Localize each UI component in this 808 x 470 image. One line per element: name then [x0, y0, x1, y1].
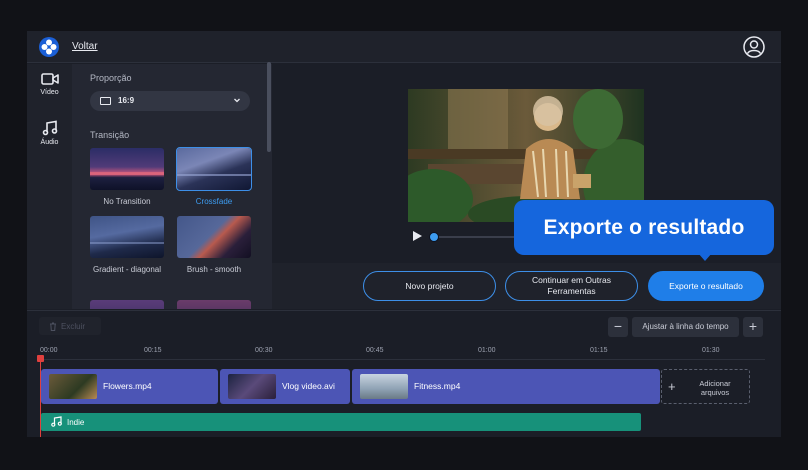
transition-thumbnail — [90, 148, 164, 190]
continue-other-tools-button[interactable]: Continuar em Outras Ferramentas — [505, 271, 638, 301]
new-project-button[interactable]: Novo projeto — [363, 271, 496, 301]
clip-thumbnail — [360, 374, 408, 399]
export-callout: Exporte o resultado — [514, 200, 774, 255]
video-editor-window: Voltar Vídeo Áudio Proporção 16:9 Transi… — [27, 31, 781, 437]
user-account-icon[interactable] — [743, 36, 765, 58]
transition-gradient-diagonal[interactable]: Gradient - diagonal — [90, 216, 164, 275]
audio-clip[interactable]: Indie — [41, 413, 641, 431]
aspect-ratio-select[interactable]: 16:9 — [90, 91, 250, 111]
music-note-icon — [42, 120, 57, 136]
ruler-tick-label: 01:30 — [702, 347, 720, 354]
transition-label-text: No Transition — [103, 197, 151, 206]
panel-scrollbar[interactable] — [267, 62, 271, 152]
app-logo-icon — [39, 37, 59, 57]
playback-progress-knob[interactable] — [429, 232, 439, 242]
ruler-tick-label: 00:15 — [144, 347, 162, 354]
clip-name: Flowers.mp4 — [103, 381, 152, 391]
sidebar-item-audio[interactable]: Áudio — [27, 120, 72, 146]
video-clip[interactable]: Flowers.mp4 — [41, 369, 218, 404]
aspect-ratio-label: Proporção — [90, 73, 132, 83]
transition-thumbnail — [176, 147, 252, 191]
ruler-line — [39, 359, 765, 360]
ruler-tick-label: 00:00 — [40, 347, 58, 354]
aspect-ratio-icon — [100, 97, 111, 105]
clip-name: Fitness.mp4 — [414, 381, 461, 391]
clip-name: Vlog video.avi — [282, 381, 335, 391]
sidebar-item-video[interactable]: Vídeo — [27, 72, 72, 96]
transition-more-2[interactable] — [177, 300, 251, 309]
playhead[interactable] — [40, 356, 41, 437]
transition-more-1[interactable] — [90, 300, 164, 309]
fit-to-timeline-button[interactable]: Ajustar à linha do tempo — [632, 317, 739, 337]
settings-panel: Proporção 16:9 Transição No Transition C… — [72, 64, 272, 309]
delete-button[interactable]: Excluir — [39, 317, 101, 335]
delete-label: Excluir — [61, 321, 86, 331]
left-icon-bar: Vídeo Áudio — [27, 64, 72, 309]
transition-label-text: Gradient - diagonal — [92, 265, 162, 274]
transition-thumbnail — [90, 300, 164, 309]
ruler-tick-label: 01:15 — [590, 347, 608, 354]
plus-icon: + — [668, 379, 676, 394]
transition-thumbnail — [90, 216, 164, 258]
ruler-tick-label: 00:45 — [366, 347, 384, 354]
zoom-in-button[interactable]: + — [743, 317, 763, 337]
music-note-icon — [51, 416, 62, 427]
add-files-button[interactable]: + Adicionar arquivos — [661, 369, 750, 404]
add-files-label: Adicionar arquivos — [699, 379, 731, 397]
video-clip[interactable]: Fitness.mp4 — [352, 369, 660, 404]
sidebar-item-label: Vídeo — [40, 89, 59, 96]
timeline: Excluir − Ajustar à linha do tempo + 00:… — [27, 310, 781, 437]
top-bar: Voltar — [27, 31, 781, 63]
video-camera-icon — [40, 73, 59, 85]
transition-brush-smooth[interactable]: Brush - smooth — [177, 216, 251, 275]
transition-crossfade[interactable]: Crossfade — [176, 147, 252, 207]
transition-label: Transição — [90, 130, 130, 140]
playhead-handle[interactable] — [37, 355, 44, 362]
chevron-down-icon — [234, 98, 240, 103]
play-icon[interactable] — [411, 230, 423, 242]
export-callout-pointer — [698, 253, 712, 261]
zoom-out-button[interactable]: − — [608, 317, 628, 337]
clip-thumbnail — [228, 374, 276, 399]
ruler-tick-label: 00:30 — [255, 347, 273, 354]
video-clip[interactable]: Vlog video.avi — [220, 369, 350, 404]
audio-clip-name: Indie — [67, 418, 85, 427]
transition-label-text: Crossfade — [195, 197, 233, 206]
back-link[interactable]: Voltar — [72, 41, 98, 52]
transition-thumbnail — [177, 216, 251, 258]
export-button[interactable]: Exporte o resultado — [648, 271, 764, 301]
aspect-ratio-value: 16:9 — [118, 96, 135, 105]
sidebar-item-label: Áudio — [40, 139, 59, 146]
transition-no-transition[interactable]: No Transition — [90, 148, 164, 207]
ruler-tick-label: 01:00 — [478, 347, 496, 354]
trash-icon — [50, 322, 56, 331]
clip-thumbnail — [49, 374, 97, 399]
transition-label-text: Brush - smooth — [186, 265, 242, 274]
transition-thumbnail — [177, 300, 251, 309]
